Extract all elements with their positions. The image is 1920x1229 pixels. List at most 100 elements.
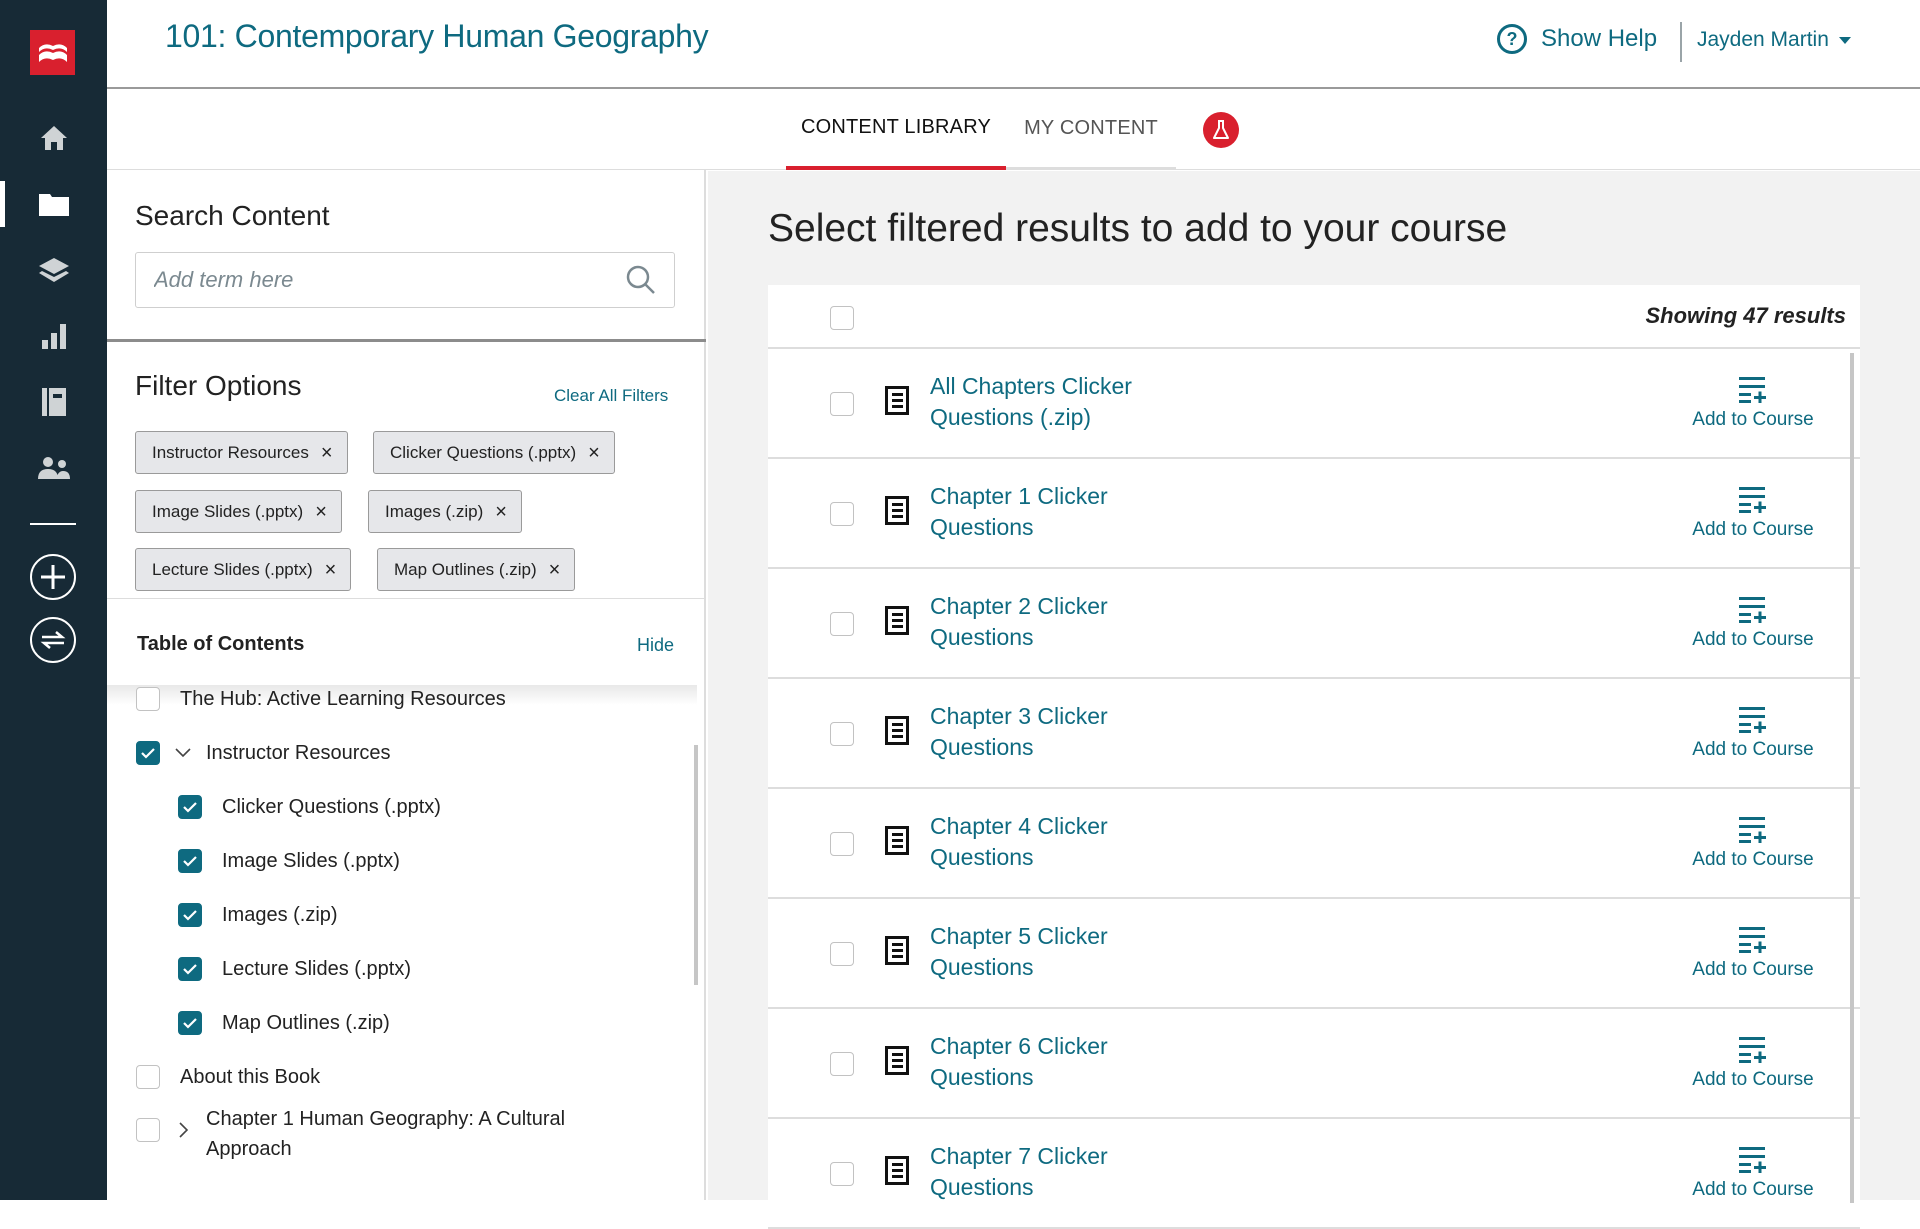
toc-checkbox[interactable] xyxy=(178,1011,202,1035)
filter-chip-label: Clicker Questions (.pptx) xyxy=(390,442,577,462)
toc-item[interactable]: Clicker Questions (.pptx) xyxy=(178,795,441,822)
close-icon[interactable]: × xyxy=(321,443,333,463)
sidebar-item-roster[interactable] xyxy=(0,443,107,493)
sidebar-item-assignments[interactable] xyxy=(0,245,107,295)
result-title-link[interactable]: Chapter 3 Clicker Questions xyxy=(930,701,1190,763)
toc-scrollbar[interactable] xyxy=(694,745,698,985)
result-checkbox[interactable] xyxy=(830,392,854,416)
results-scrollbar[interactable] xyxy=(1850,353,1854,1203)
results-list: Showing 47 results All Chapters Clicker … xyxy=(768,285,1860,1229)
close-icon[interactable]: × xyxy=(325,560,337,580)
close-icon[interactable]: × xyxy=(588,443,600,463)
add-to-course-label: Add to Course xyxy=(1692,739,1814,760)
add-to-course-button[interactable]: Add to Course xyxy=(1688,705,1818,761)
sidebar-item-gradebook[interactable] xyxy=(0,311,107,361)
filter-chip[interactable]: Clicker Questions (.pptx) × xyxy=(373,431,615,474)
sidebar xyxy=(0,0,107,1200)
show-help-button[interactable]: ? Show Help xyxy=(1497,24,1657,54)
result-title-link[interactable]: Chapter 7 Clicker Questions xyxy=(930,1141,1190,1203)
document-icon xyxy=(885,936,909,965)
result-row: Chapter 4 Clicker Questions Add to Course xyxy=(768,789,1860,899)
search-field[interactable] xyxy=(135,252,675,308)
switch-course-button[interactable] xyxy=(30,617,76,663)
filter-chip[interactable]: Image Slides (.pptx) × xyxy=(135,490,342,533)
add-to-course-label: Add to Course xyxy=(1692,959,1814,980)
add-to-course-button[interactable]: Add to Course xyxy=(1688,485,1818,541)
add-to-course-button[interactable]: Add to Course xyxy=(1688,595,1818,651)
close-icon[interactable]: × xyxy=(315,502,327,522)
swap-icon xyxy=(40,631,66,649)
add-to-course-button[interactable]: Add to Course xyxy=(1688,925,1818,981)
toc-item[interactable]: Image Slides (.pptx) xyxy=(178,849,400,876)
sidebar-item-content[interactable] xyxy=(0,179,107,229)
course-title[interactable]: 101: Contemporary Human Geography xyxy=(165,18,709,55)
close-icon[interactable]: × xyxy=(549,560,561,580)
result-checkbox[interactable] xyxy=(830,942,854,966)
sidebar-item-ebook[interactable] xyxy=(0,377,107,427)
filter-chip[interactable]: Lecture Slides (.pptx) × xyxy=(135,548,352,591)
results-count: Showing 47 results xyxy=(1645,303,1847,328)
result-title-link[interactable]: Chapter 2 Clicker Questions xyxy=(930,591,1190,653)
toc-item[interactable]: Chapter 1 Human Geography: A Cultural Ap… xyxy=(136,1108,606,1164)
close-icon[interactable]: × xyxy=(495,502,507,522)
add-to-course-button[interactable]: Add to Course xyxy=(1688,375,1818,431)
search-input[interactable] xyxy=(154,267,626,293)
toc-checkbox[interactable] xyxy=(178,957,202,981)
toc-checkbox[interactable] xyxy=(178,903,202,927)
add-to-course-button[interactable]: Add to Course xyxy=(1688,1035,1818,1091)
result-checkbox[interactable] xyxy=(830,1162,854,1186)
filter-chip-label: Image Slides (.pptx) xyxy=(152,501,304,521)
result-title-link[interactable]: Chapter 4 Clicker Questions xyxy=(930,811,1190,873)
home-icon xyxy=(40,126,67,150)
tab-my-content[interactable]: MY CONTENT xyxy=(1006,89,1176,170)
result-checkbox[interactable] xyxy=(830,612,854,636)
user-menu[interactable]: Jayden Martin xyxy=(1697,28,1851,52)
toc-item[interactable]: Images (.zip) xyxy=(178,903,338,930)
result-title-link[interactable]: Chapter 1 Clicker Questions xyxy=(930,481,1190,543)
search-icon[interactable] xyxy=(626,265,656,295)
result-row: All Chapters Clicker Questions (.zip) Add… xyxy=(768,349,1860,459)
toc-checkbox[interactable] xyxy=(136,687,160,711)
toc-item[interactable]: Instructor Resources xyxy=(136,741,391,768)
chevron-right-icon[interactable] xyxy=(168,1118,198,1142)
chevron-down-icon[interactable] xyxy=(168,741,198,765)
tab-content-library[interactable]: CONTENT LIBRARY xyxy=(786,89,1006,170)
toc-item[interactable]: About this Book xyxy=(136,1065,320,1092)
filter-chip[interactable]: Map Outlines (.zip) × xyxy=(377,548,576,591)
select-all-checkbox[interactable] xyxy=(830,306,854,330)
document-icon xyxy=(885,386,909,415)
notebook-icon xyxy=(41,388,66,416)
macmillan-logo-icon[interactable] xyxy=(30,30,75,75)
toc-checkbox[interactable] xyxy=(136,741,160,765)
toc-item[interactable]: Lecture Slides (.pptx) xyxy=(178,957,411,984)
filter-chip-label: Lecture Slides (.pptx) xyxy=(152,559,313,579)
filter-chip-label: Map Outlines (.zip) xyxy=(394,559,537,579)
flask-icon[interactable] xyxy=(1203,112,1239,148)
layers-icon xyxy=(38,258,69,282)
toc-checkbox[interactable] xyxy=(178,849,202,873)
add-to-course-button[interactable]: Add to Course xyxy=(1688,815,1818,871)
filter-heading: Filter Options xyxy=(135,370,302,401)
results-heading: Select filtered results to add to your c… xyxy=(768,207,1508,250)
toc-checkbox[interactable] xyxy=(136,1118,160,1142)
toc-hide-link[interactable]: Hide xyxy=(637,635,674,656)
toc-checkbox[interactable] xyxy=(178,795,202,819)
sidebar-divider xyxy=(30,523,76,525)
results-area: Select filtered results to add to your c… xyxy=(708,171,1920,1229)
result-title-link[interactable]: Chapter 5 Clicker Questions xyxy=(930,921,1190,983)
result-title-link[interactable]: Chapter 6 Clicker Questions xyxy=(930,1031,1190,1093)
add-to-course-button[interactable]: Add to Course xyxy=(1688,1145,1818,1201)
sidebar-item-home[interactable] xyxy=(0,113,107,163)
toc-item[interactable]: The Hub: Active Learning Resources xyxy=(136,687,506,714)
result-checkbox[interactable] xyxy=(830,722,854,746)
toc-item[interactable]: Map Outlines (.zip) xyxy=(178,1011,390,1038)
add-button[interactable] xyxy=(30,554,76,600)
result-checkbox[interactable] xyxy=(830,832,854,856)
filter-chip[interactable]: Instructor Resources × xyxy=(135,431,348,474)
result-checkbox[interactable] xyxy=(830,502,854,526)
toc-checkbox[interactable] xyxy=(136,1065,160,1089)
filter-chip[interactable]: Images (.zip) × xyxy=(368,490,522,533)
result-title-link[interactable]: All Chapters Clicker Questions (.zip) xyxy=(930,371,1190,433)
clear-all-filters-link[interactable]: Clear All Filters xyxy=(554,386,668,406)
result-checkbox[interactable] xyxy=(830,1052,854,1076)
